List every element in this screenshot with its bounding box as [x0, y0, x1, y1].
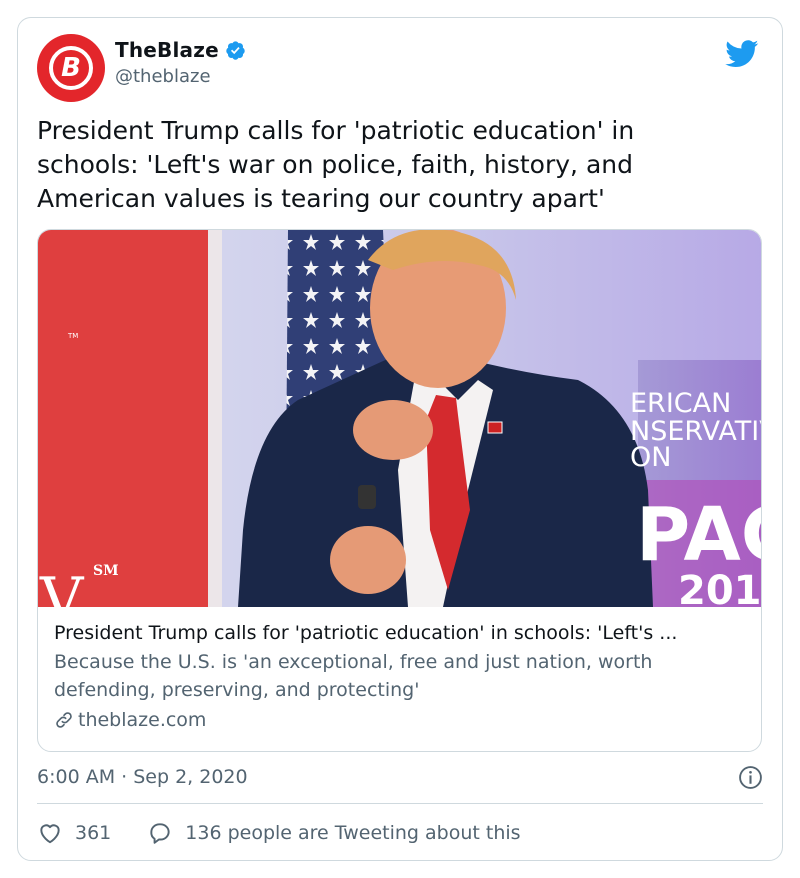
image-text-year: 201: [678, 568, 762, 607]
avatar-logo: B: [49, 46, 93, 90]
tweet-text: President Trump calls for 'patriotic edu…: [37, 116, 635, 213]
tweet-timestamp[interactable]: 6:00 AM · Sep 2, 2020: [37, 766, 248, 788]
avatar[interactable]: B: [37, 34, 105, 102]
info-icon[interactable]: [738, 765, 763, 790]
heart-icon: [37, 820, 63, 846]
divider: [37, 803, 763, 804]
image-text-tm: TM: [67, 332, 78, 340]
link-preview-image[interactable]: TM SM V ERICAN NSERVATIV ON PAC 201: [38, 230, 762, 607]
like-button[interactable]: 361: [37, 820, 111, 846]
link-description: Because the U.S. is 'an exceptional, fre…: [54, 651, 653, 701]
tweeting-count: 136 people are Tweeting about this: [185, 822, 521, 844]
link-title[interactable]: President Trump calls for 'patriotic edu…: [54, 620, 747, 646]
tweeting-about-link[interactable]: 136 people are Tweeting about this: [147, 820, 521, 846]
image-text-pac: PAC: [636, 492, 762, 578]
timestamp-row: 6:00 AM · Sep 2, 2020: [37, 762, 763, 792]
twitter-bird-icon[interactable]: [725, 40, 759, 68]
image-text-banner-1: ERICAN: [630, 388, 731, 419]
link-icon: [54, 710, 74, 730]
link-domain-row[interactable]: theblaze.com: [54, 706, 747, 734]
link-preview-meta: President Trump calls for 'patriotic edu…: [54, 620, 747, 734]
image-text-v: V: [39, 565, 85, 607]
display-name[interactable]: TheBlaze: [115, 38, 219, 62]
tweet-header: B TheBlaze @theblaze: [37, 34, 763, 106]
image-text-banner-3: ON: [630, 442, 671, 473]
tweet-embed-card[interactable]: B TheBlaze @theblaze President Trump cal…: [17, 17, 783, 861]
like-count: 361: [75, 822, 112, 844]
image-text-sm: SM: [93, 563, 119, 579]
display-name-row: TheBlaze: [115, 38, 246, 62]
link-domain[interactable]: theblaze.com: [78, 706, 206, 734]
tweet-actions: 361 136 people are Tweeting about this: [37, 816, 763, 850]
author-names: TheBlaze @theblaze: [115, 38, 246, 87]
link-preview-card[interactable]: TM SM V ERICAN NSERVATIV ON PAC 201 Pres…: [37, 229, 762, 752]
handle[interactable]: @theblaze: [115, 66, 246, 87]
verified-badge-icon: [225, 40, 246, 61]
reply-bubble-icon: [147, 820, 173, 846]
